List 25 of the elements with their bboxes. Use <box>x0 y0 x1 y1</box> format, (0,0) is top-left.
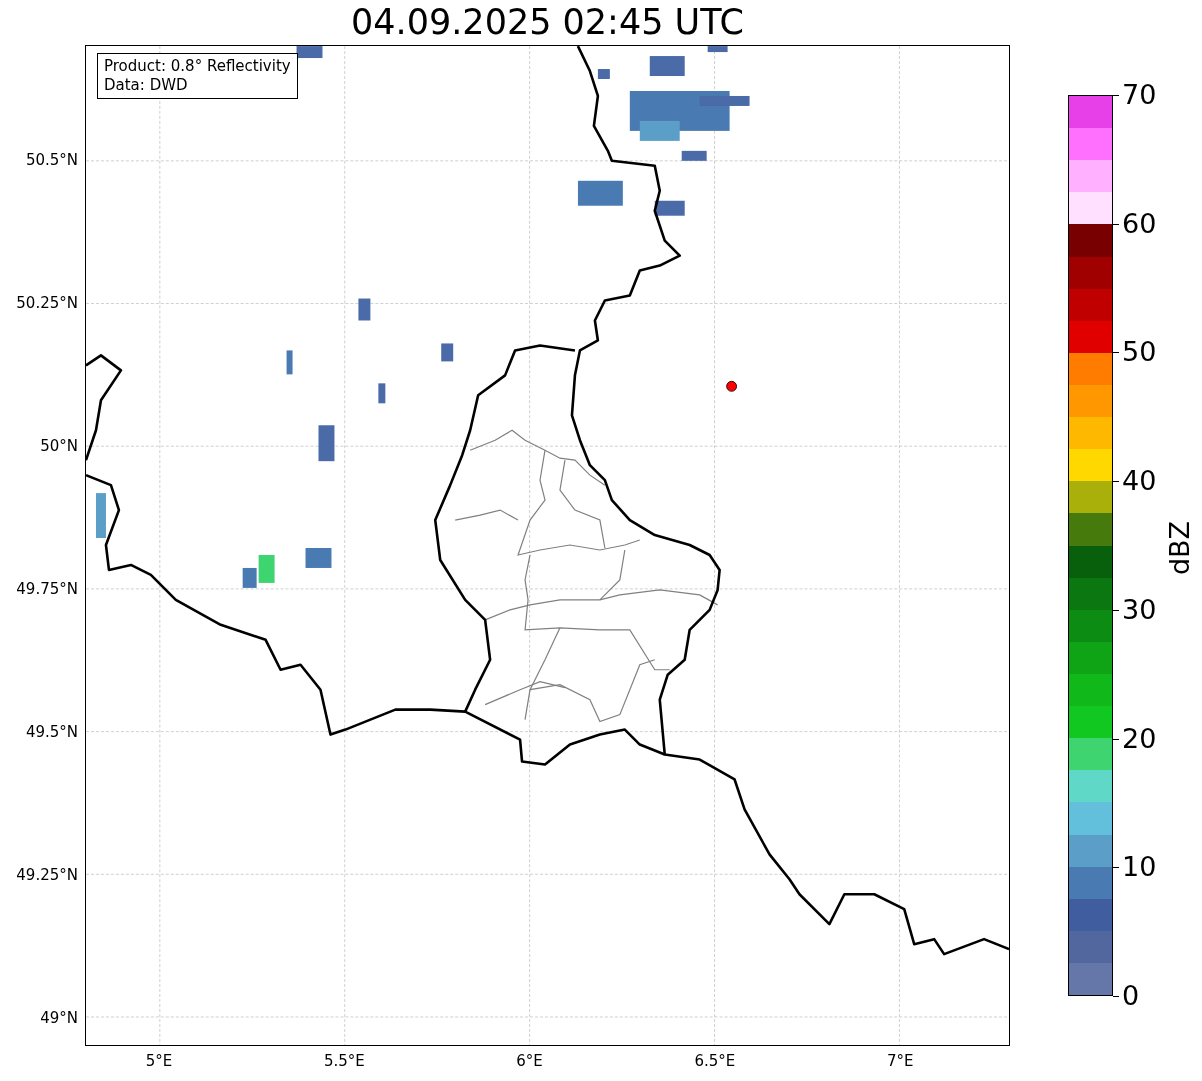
longitude-label: 5°E <box>144 1051 174 1071</box>
colorbar-tick-label: 0 <box>1122 980 1140 1012</box>
colorbar-tick-label: 40 <box>1122 465 1157 498</box>
longitude-label: 7°E <box>885 1051 915 1071</box>
radar-site-marker <box>726 380 737 392</box>
chart-title: 04.09.2025 02:45 UTC <box>350 2 745 42</box>
latitude-label: 50.5°N <box>24 150 78 170</box>
longitude-label: 5.5°E <box>322 1051 366 1071</box>
longitude-label: 6.5°E <box>693 1051 737 1071</box>
latitude-label: 50.25°N <box>15 293 78 313</box>
latitude-label: 49°N <box>39 1008 78 1028</box>
latitude-label: 49.25°N <box>15 865 78 885</box>
latitude-label: 50°N <box>39 436 78 456</box>
latitude-label: 49.5°N <box>24 722 78 742</box>
colorbar-tick-label: 70 <box>1122 79 1157 111</box>
colorbar-tick-label: 20 <box>1122 722 1157 755</box>
colorbar-label: dBZ <box>1163 519 1196 578</box>
info-text: Data: DWD <box>104 76 189 95</box>
info-text: Product: 0.8° Reflectivity <box>104 57 291 76</box>
colorbar-tick-label: 10 <box>1122 851 1157 884</box>
colorbar-tick-label: 30 <box>1122 593 1157 626</box>
colorbar-tick-label: 50 <box>1122 336 1157 369</box>
longitude-label: 6°E <box>515 1051 544 1071</box>
colorbar-tick-label: 60 <box>1122 207 1157 240</box>
latitude-label: 49.75°N <box>15 579 78 599</box>
